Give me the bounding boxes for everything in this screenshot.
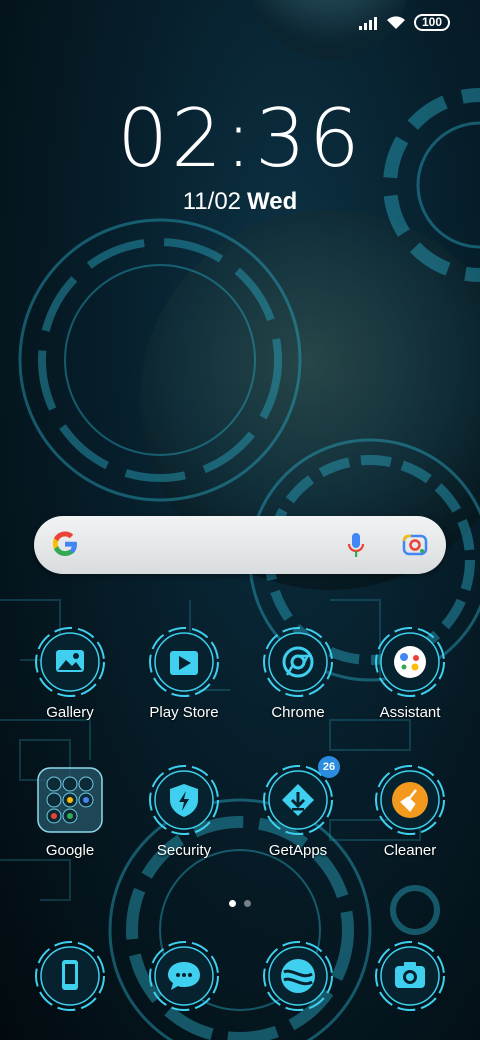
app-security[interactable]: Security <box>124 764 244 859</box>
clock-time[interactable]: 02:36 <box>0 92 480 185</box>
gallery-icon <box>34 626 106 698</box>
app-gallery[interactable]: Gallery <box>10 626 130 721</box>
camera-icon <box>374 940 446 1012</box>
notification-badge: 26 <box>318 756 340 778</box>
status-bar: 100 <box>358 14 450 31</box>
app-play-store[interactable]: Play Store <box>124 626 244 721</box>
messages-icon <box>148 940 220 1012</box>
app-assistant[interactable]: Assistant <box>350 626 470 721</box>
app-label: Play Store <box>149 704 219 721</box>
assistant-icon <box>374 626 446 698</box>
chrome-icon <box>262 626 334 698</box>
page-indicator <box>0 900 480 907</box>
app-label: Gallery <box>46 704 94 721</box>
google-folder-icon <box>37 767 103 833</box>
battery-indicator: 100 <box>413 14 450 31</box>
page-dot <box>244 900 251 907</box>
app-chrome[interactable]: Chrome <box>238 626 358 721</box>
google-search-bar[interactable] <box>34 516 446 574</box>
weekday-text: Wed <box>247 188 298 215</box>
dock-camera[interactable] <box>350 940 470 1012</box>
voice-search-icon[interactable] <box>346 531 366 559</box>
dock-messages[interactable] <box>124 940 244 1012</box>
clock-date[interactable]: 11/02 Wed <box>0 188 480 216</box>
google-g-icon <box>52 531 77 556</box>
play-store-icon <box>148 626 220 698</box>
app-getapps[interactable]: 26 GetApps <box>238 756 358 859</box>
security-icon <box>148 764 220 836</box>
browser-icon <box>262 940 334 1012</box>
signal-icon <box>358 16 377 30</box>
phone-icon <box>34 940 106 1012</box>
wifi-icon <box>386 16 405 29</box>
app-label: Chrome <box>271 704 325 721</box>
page-dot-active <box>229 900 236 907</box>
date-text: 11/02 <box>182 188 242 215</box>
dock-browser[interactable] <box>238 940 358 1012</box>
cleaner-icon <box>374 764 446 836</box>
dock-phone[interactable] <box>10 940 130 1012</box>
app-label: Assistant <box>379 704 441 721</box>
google-lens-icon[interactable] <box>402 532 428 558</box>
app-label: GetApps <box>268 842 328 859</box>
app-label: Cleaner <box>383 842 437 859</box>
app-label: Security <box>156 842 212 859</box>
app-cleaner[interactable]: Cleaner <box>350 764 470 859</box>
folder-label: Google <box>45 842 95 859</box>
folder-google[interactable]: Google <box>10 764 130 859</box>
